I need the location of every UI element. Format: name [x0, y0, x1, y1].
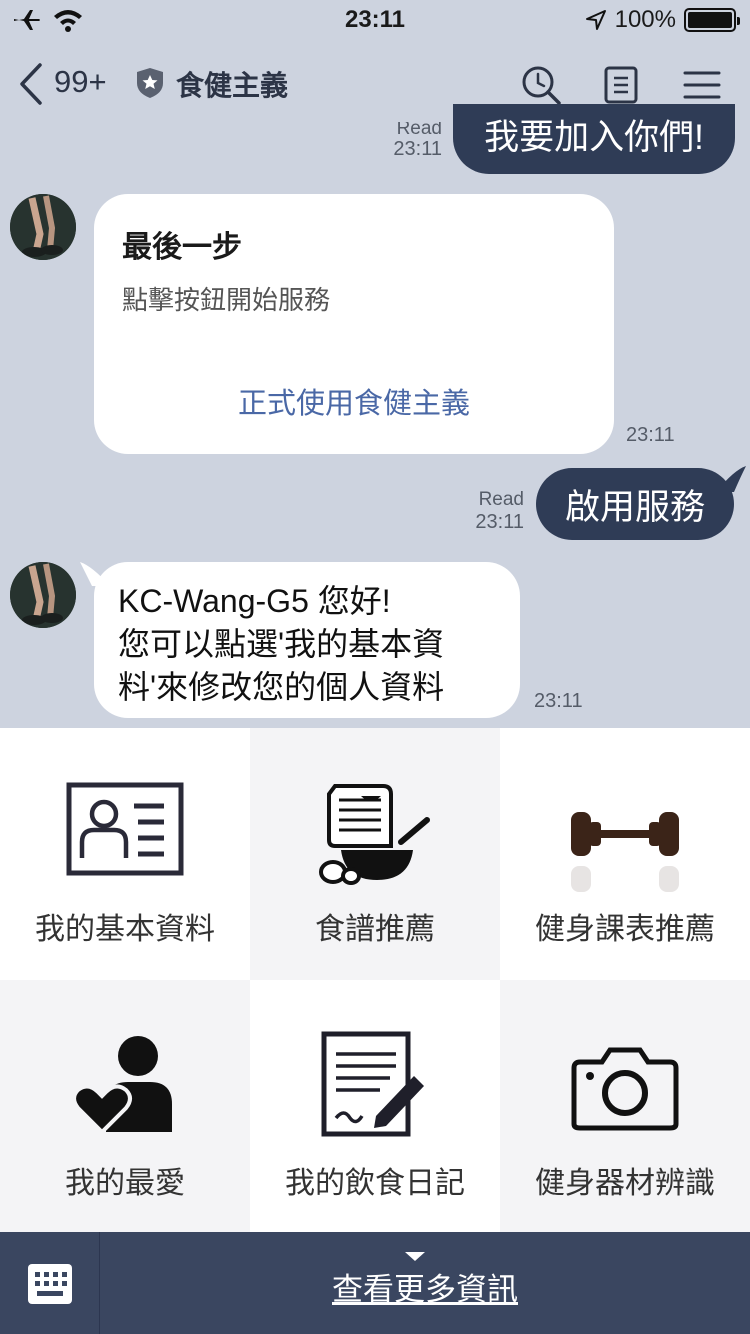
- rich-menu: 我的基本資料 食譜推薦 健身課表推薦 我的最愛 我的飲食日記 健身器材辨識: [0, 728, 750, 1232]
- menu-label: 健身課表推薦: [535, 913, 715, 946]
- menu-icon[interactable]: [683, 70, 721, 100]
- diary-icon: [321, 1031, 424, 1137]
- menu-item-camera[interactable]: 健身器材辨識: [500, 980, 750, 1232]
- menu-label: 食譜推薦: [315, 913, 435, 946]
- keyboard-icon: [28, 1264, 72, 1304]
- notes-icon[interactable]: [604, 66, 638, 104]
- message-bubble-outgoing[interactable]: 我要加入你們!: [453, 104, 735, 174]
- menu-item-profile[interactable]: 我的基本資料: [0, 728, 250, 980]
- profile-card-icon: [66, 782, 184, 876]
- status-right: 100%: [585, 6, 740, 34]
- menu-label: 我的基本資料: [35, 913, 215, 946]
- card-subtitle: 點擊按鈕開始服務: [122, 285, 331, 315]
- card-title: 最後一步: [122, 231, 242, 264]
- timestamp: 23:11: [534, 690, 583, 712]
- timestamp: 23:11: [626, 424, 675, 446]
- avatar[interactable]: [10, 194, 76, 260]
- dumbbell-icon: [571, 812, 679, 892]
- back-chevron-icon[interactable]: [18, 62, 44, 106]
- keyboard-toggle-button[interactable]: [0, 1232, 100, 1334]
- message-line: KC-Wang-G5 您好!: [118, 583, 391, 619]
- menu-label: 健身器材辨識: [535, 1167, 715, 1200]
- menu-item-workout[interactable]: 健身課表推薦: [500, 728, 750, 980]
- battery-percent: 100%: [614, 6, 676, 33]
- chat-title: 食健主義: [176, 70, 289, 101]
- message-card: 最後一步 點擊按鈕開始服務 正式使用食健主義: [94, 194, 614, 454]
- menu-item-recipe[interactable]: 食譜推薦: [250, 728, 500, 980]
- official-shield-icon: [137, 68, 163, 98]
- message-line: 您可以點選'我的基本資: [118, 626, 445, 662]
- search-history-icon[interactable]: [520, 64, 562, 106]
- menu-item-diary[interactable]: 我的飲食日記: [250, 980, 500, 1232]
- unread-count[interactable]: 99+: [54, 64, 107, 100]
- status-bar: 23:11 100%: [0, 0, 750, 40]
- location-arrow-icon: [585, 10, 606, 30]
- bottom-bar: 查看更多資訊: [0, 1232, 750, 1334]
- read-receipt: Read 23:11: [475, 489, 524, 533]
- card-action-button[interactable]: 正式使用食健主義: [94, 380, 614, 422]
- bubble-tail: [716, 466, 746, 492]
- battery-icon: [684, 8, 740, 32]
- menu-item-favorite[interactable]: 我的最愛: [0, 980, 250, 1232]
- menu-label: 我的飲食日記: [285, 1167, 465, 1200]
- message-bubble-incoming[interactable]: KC-Wang-G5 您好! 您可以點選'我的基本資 料'來修改您的個人資料: [94, 562, 520, 718]
- collapse-arrow-icon[interactable]: [405, 1252, 425, 1261]
- message-bubble-outgoing[interactable]: 啟用服務: [536, 468, 734, 540]
- camera-icon: [571, 1047, 679, 1131]
- read-receipt-prev: Read 23:11: [393, 122, 442, 160]
- favorite-person-icon: [72, 1036, 172, 1135]
- avatar[interactable]: [10, 562, 76, 628]
- menu-label: 我的最愛: [65, 1167, 185, 1200]
- recipe-icon: [319, 784, 430, 885]
- more-info-button[interactable]: 查看更多資訊: [100, 1264, 750, 1309]
- message-line: 料'來修改您的個人資料: [118, 669, 445, 705]
